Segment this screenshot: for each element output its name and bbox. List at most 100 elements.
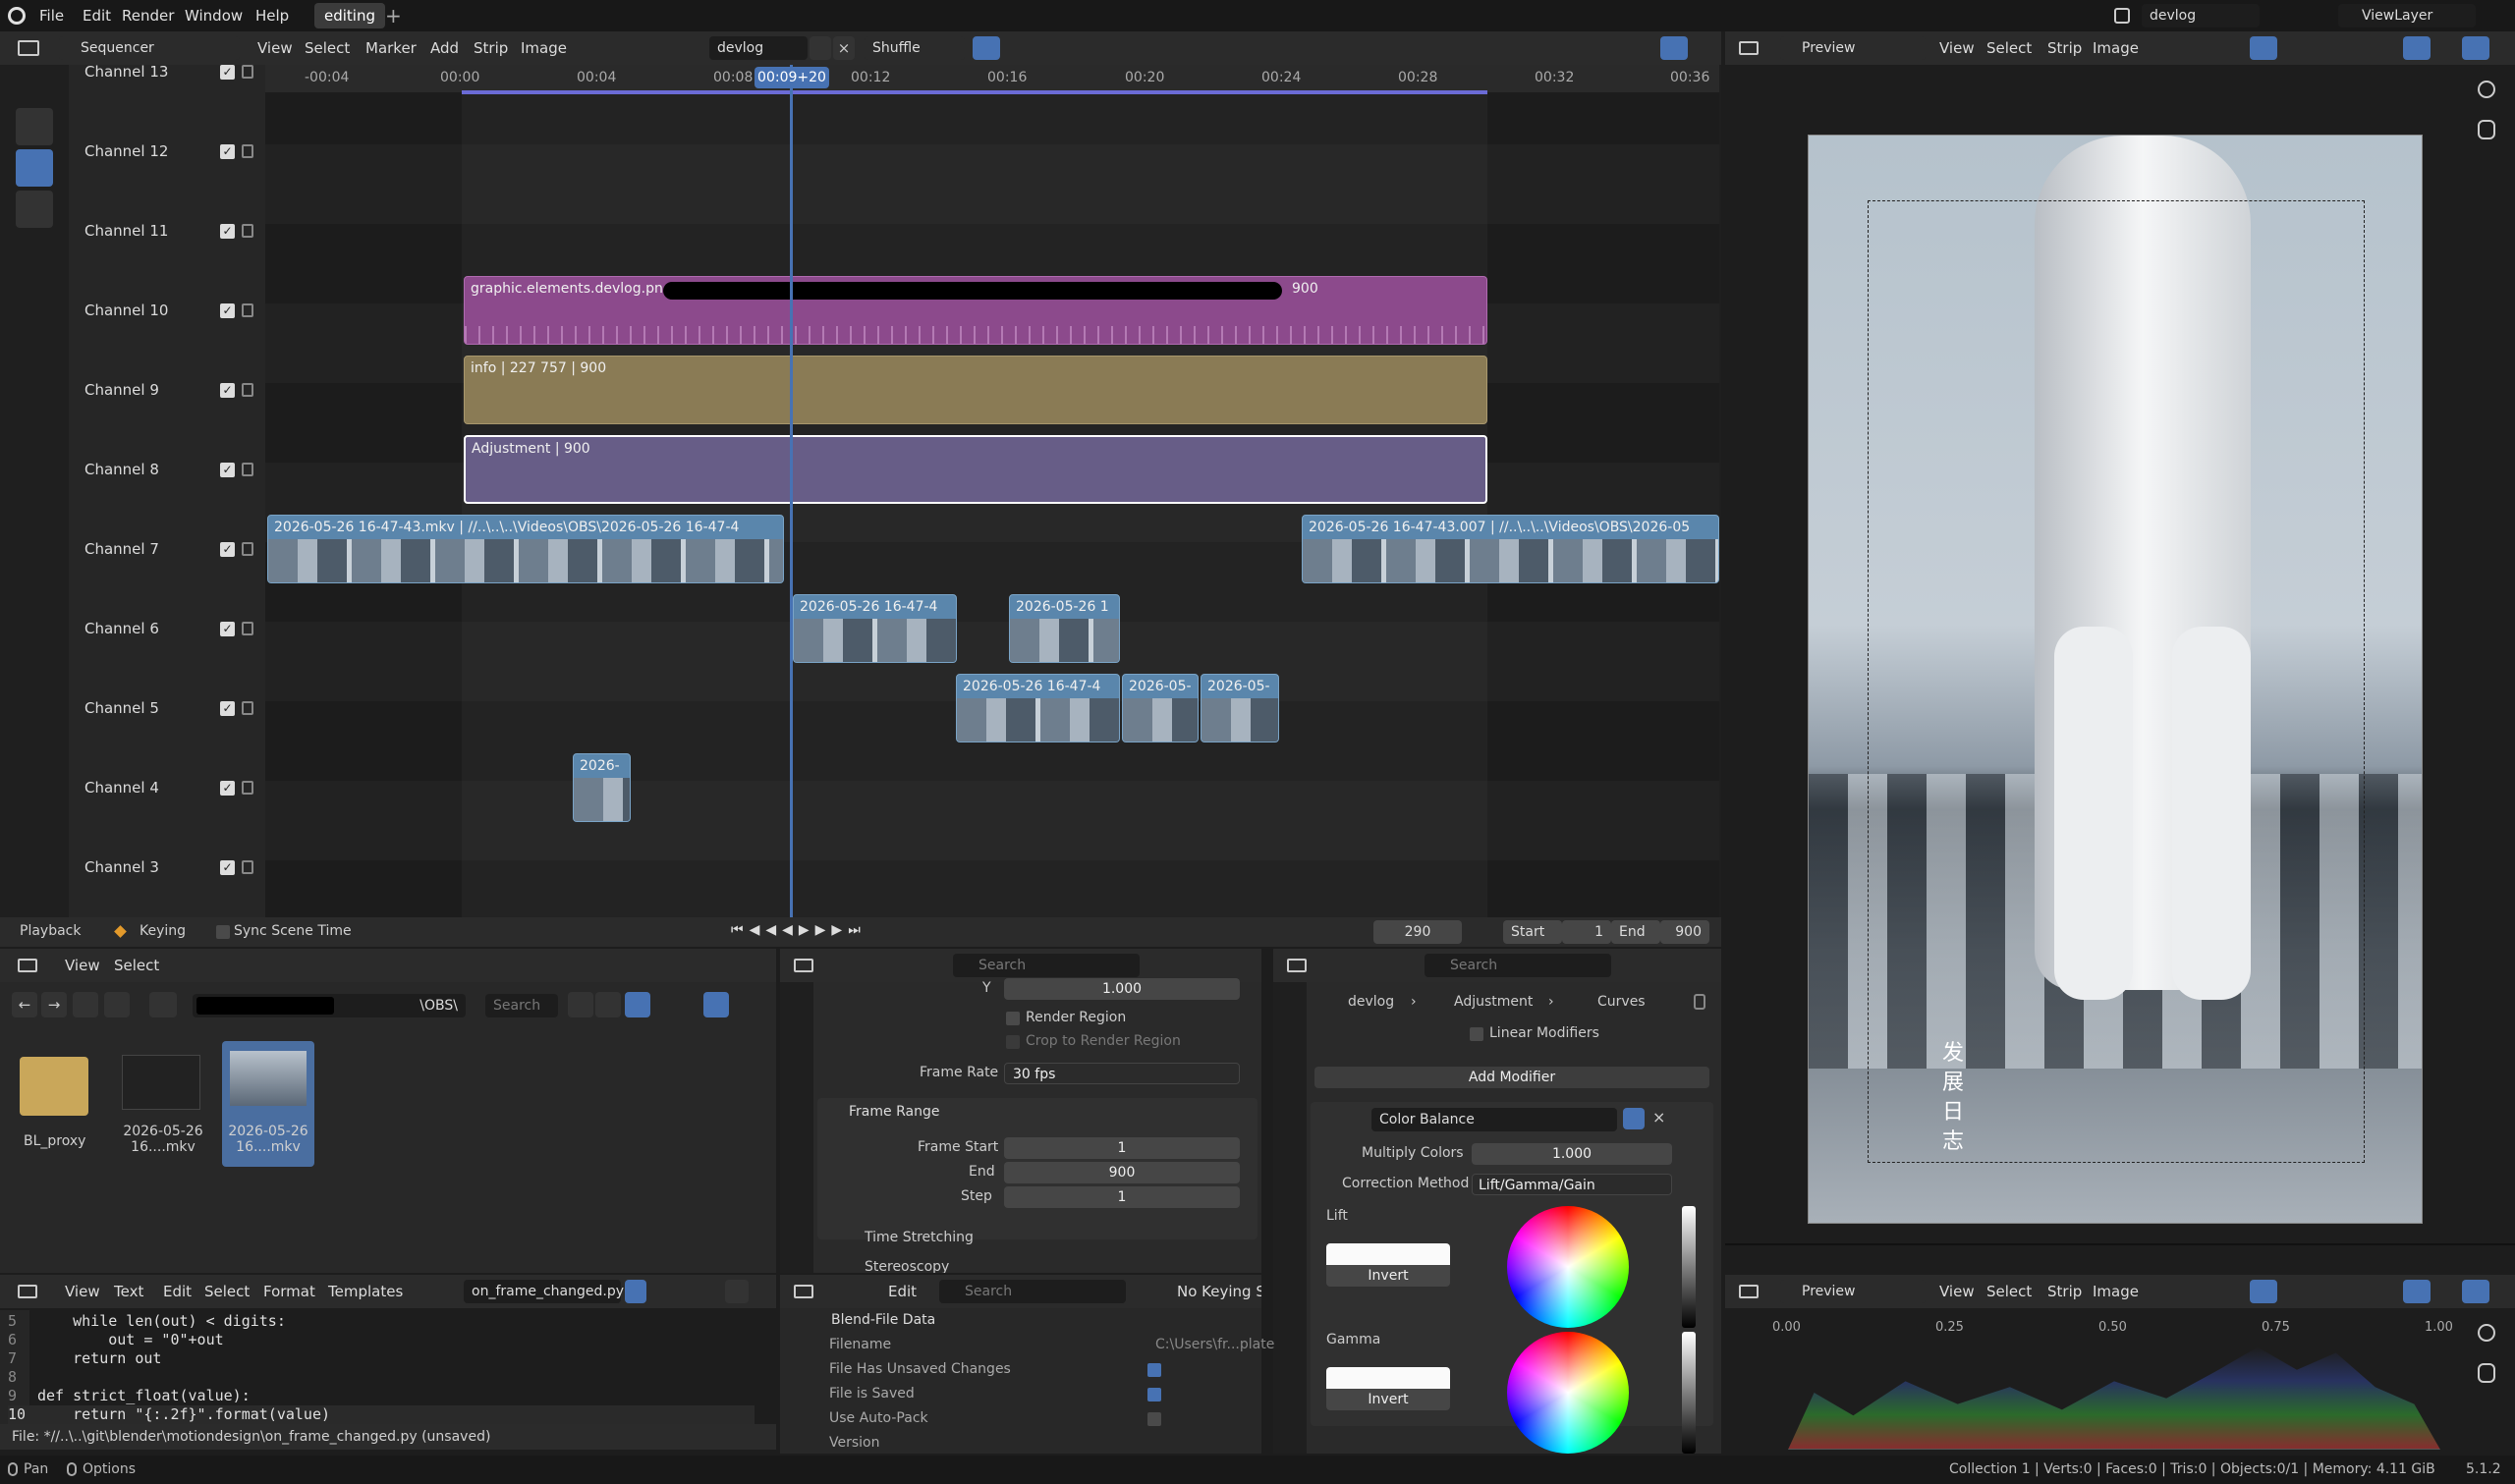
blender-logo-icon[interactable]: [8, 7, 26, 25]
filter-icon[interactable]: [703, 992, 729, 1017]
playhead-line[interactable]: [790, 65, 793, 923]
overlay-icon[interactable]: [2462, 36, 2489, 60]
overlap-mode-select[interactable]: Shuffle: [865, 36, 965, 60]
lock-icon[interactable]: [242, 542, 253, 556]
hist-menu-strip[interactable]: Strip: [2047, 1275, 2082, 1308]
path-field[interactable]: \OBS\: [193, 994, 466, 1017]
blade-tool-icon[interactable]: [16, 149, 53, 187]
movie-strip[interactable]: 2026-05-26 16-47-43.mkv | //..\..\..\Vid…: [267, 515, 784, 583]
outliner-row-label[interactable]: Version: [829, 1435, 879, 1451]
channel-mute-checkbox[interactable]: ✓: [220, 463, 235, 477]
props-search-input[interactable]: Search: [953, 954, 1140, 977]
lock-icon[interactable]: [242, 383, 253, 397]
run-script-icon[interactable]: [725, 1280, 749, 1303]
seq-scene-field[interactable]: devlog: [709, 36, 808, 60]
preview-mode-select[interactable]: Preview: [1780, 36, 1926, 60]
snap-icon[interactable]: [2250, 1280, 2277, 1303]
playhead-time[interactable]: 00:09+20: [754, 67, 829, 88]
histogram-mode-select[interactable]: Preview: [1780, 1280, 1926, 1303]
hist-menu-view[interactable]: View: [1939, 1275, 1975, 1308]
movie-strip[interactable]: 2026-05-: [1122, 674, 1199, 742]
lock-icon[interactable]: [242, 781, 253, 795]
seq-menu-marker[interactable]: Marker: [365, 31, 417, 65]
lift-color-swatch[interactable]: [1326, 1243, 1450, 1265]
new-folder-icon[interactable]: [149, 992, 177, 1017]
modifier-name-field[interactable]: Color Balance: [1371, 1108, 1617, 1131]
editor-type-icon[interactable]: [18, 40, 39, 56]
te-menu-format[interactable]: Format: [263, 1275, 315, 1308]
preview-menu-strip[interactable]: Strip: [2047, 31, 2082, 65]
info-strip[interactable]: info | 227 757 | 900: [464, 356, 1487, 424]
parent-dir-icon[interactable]: [73, 992, 98, 1017]
text-editor-type-icon[interactable]: [18, 1285, 37, 1298]
lock-icon[interactable]: [242, 622, 253, 635]
channel-mute-checkbox[interactable]: ✓: [220, 65, 235, 80]
te-menu-text[interactable]: Text: [114, 1275, 143, 1308]
preview-type-icon[interactable]: [1739, 41, 1759, 55]
select-tool-icon[interactable]: [16, 108, 53, 145]
frame-rate-select[interactable]: 30 fps: [1004, 1063, 1240, 1084]
add-workspace-icon[interactable]: +: [385, 0, 402, 31]
movie-strip[interactable]: 2026-05-26 16-47-43.007 | //..\..\..\Vid…: [1302, 515, 1719, 583]
channel-mute-checkbox[interactable]: ✓: [220, 542, 235, 557]
refresh-icon[interactable]: [104, 992, 130, 1017]
movie-strip[interactable]: 2026-05-: [1201, 674, 1279, 742]
text-file-selector[interactable]: on_frame_changed.py: [464, 1280, 624, 1303]
sync-checkbox[interactable]: [216, 925, 230, 939]
file-editor-type-icon[interactable]: [18, 959, 37, 972]
gamma-value-slider[interactable]: [1682, 1332, 1696, 1454]
view-layer-selector[interactable]: ViewLayer: [2338, 4, 2476, 27]
lift-value-slider[interactable]: [1682, 1206, 1696, 1328]
gamma-color-wheel[interactable]: [1507, 1332, 1629, 1454]
lock-icon[interactable]: [242, 860, 253, 874]
list-view-icon[interactable]: [595, 992, 621, 1017]
sequencer-mode-select[interactable]: Sequencer: [59, 36, 240, 60]
frame-start-field[interactable]: 1: [1004, 1137, 1240, 1159]
zoom-icon[interactable]: [2478, 81, 2495, 98]
outliner-search-input[interactable]: Search: [939, 1280, 1126, 1303]
linear-modifiers-checkbox[interactable]: [1470, 1027, 1483, 1041]
playback-menu[interactable]: Playback: [20, 923, 81, 939]
channel-mute-checkbox[interactable]: ✓: [220, 383, 235, 398]
pan-hand-icon[interactable]: [2478, 120, 2495, 139]
lock-icon[interactable]: [242, 65, 253, 79]
image-strip[interactable]: graphic.elements.devlog.png 900: [464, 276, 1487, 345]
lock-icon[interactable]: [242, 144, 253, 158]
te-menu-select[interactable]: Select: [204, 1275, 250, 1308]
code-line[interactable]: 5 while len(out) < digits:: [8, 1312, 754, 1331]
modifier-search-input[interactable]: Search: [1425, 954, 1611, 977]
code-line[interactable]: 9 def strict_float(value):: [8, 1387, 754, 1405]
seq-menu-image[interactable]: Image: [521, 31, 567, 65]
folder-icon[interactable]: [20, 1057, 88, 1116]
channel-mute-checkbox[interactable]: ✓: [220, 303, 235, 318]
end-frame-field[interactable]: 900: [1660, 920, 1709, 944]
menu-render[interactable]: Render: [122, 0, 174, 31]
render-region-checkbox[interactable]: [1006, 1012, 1020, 1025]
current-frame-field[interactable]: 290: [1373, 920, 1462, 944]
movie-strip[interactable]: 2026-05-26 1: [1009, 594, 1120, 663]
menu-file[interactable]: File: [39, 0, 64, 31]
fb-search-input[interactable]: Search: [485, 994, 558, 1017]
seq-menu-add[interactable]: Add: [430, 31, 459, 65]
lock-icon[interactable]: [242, 224, 253, 238]
code-line[interactable]: 8: [8, 1368, 754, 1387]
time-stretching-subpanel[interactable]: Time Stretching: [865, 1230, 974, 1245]
outliner-root[interactable]: Blend-File Data: [831, 1312, 935, 1328]
fb-menu-select[interactable]: Select: [114, 949, 159, 982]
overlay-icon[interactable]: [2462, 1280, 2489, 1303]
step-field[interactable]: 1: [1004, 1186, 1240, 1208]
keying-set-select[interactable]: No Keying Set: [1177, 1275, 1261, 1308]
channel-mute-checkbox[interactable]: ✓: [220, 144, 235, 159]
seq-menu-strip[interactable]: Strip: [474, 31, 508, 65]
forward-icon[interactable]: →: [41, 992, 67, 1017]
seq-menu-select[interactable]: Select: [305, 31, 350, 65]
code-line[interactable]: 6 out = "0"+out: [8, 1331, 754, 1349]
grid-view-icon[interactable]: [625, 992, 650, 1017]
menu-window[interactable]: Window: [185, 0, 243, 31]
pan-hand-icon[interactable]: [2478, 1363, 2495, 1383]
transform-tool-icon[interactable]: [16, 191, 53, 228]
code-line[interactable]: 7 return out: [8, 1349, 754, 1368]
preview-canvas[interactable]: 发展日志: [1808, 135, 2423, 1224]
menu-edit[interactable]: Edit: [83, 0, 111, 31]
channel-mute-checkbox[interactable]: ✓: [220, 224, 235, 239]
